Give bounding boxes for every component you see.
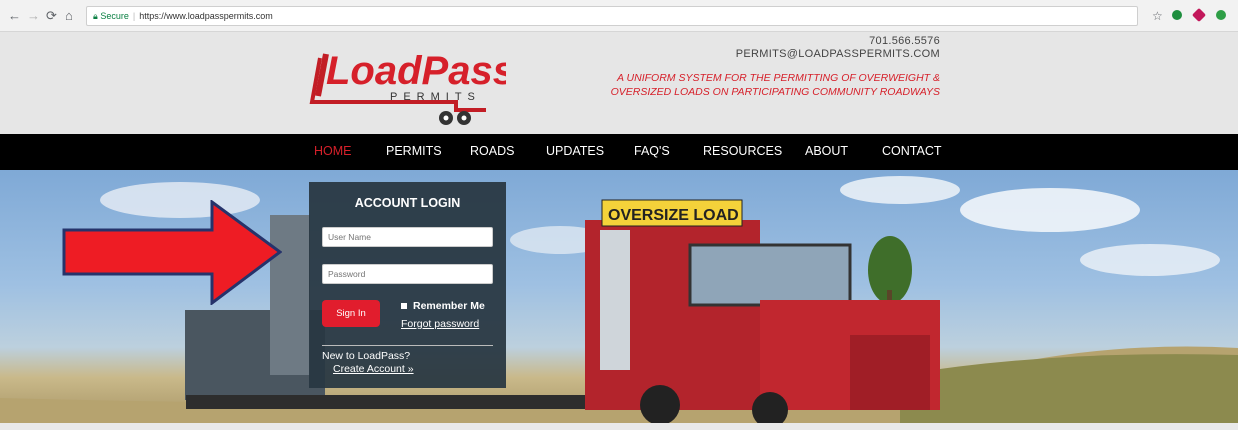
sign-in-button[interactable]: Sign In [322,300,380,327]
login-title: ACCOUNT LOGIN [354,196,461,210]
create-account-link[interactable]: Create Account » [333,363,414,375]
nav-home[interactable]: HOME [314,144,352,158]
extension-icon[interactable] [1191,7,1207,23]
address-bar[interactable]: 🔒︎ Secure | https://www.loadpasspermits.co… [86,6,1138,26]
loadpass-logo[interactable]: LoadPass PERMITS [306,40,506,126]
divider [322,345,493,346]
browser-toolbar: ← → ⟳ ⌂ 🔒︎ Secure | https://www.loadpasspe… [0,0,1238,32]
forgot-password-link[interactable]: Forgot password [401,318,479,330]
logo-text: LoadPass [326,49,506,93]
remember-me-label[interactable]: Remember Me [413,300,485,312]
secure-label: Secure [100,11,129,21]
logo-subtext: PERMITS [390,91,481,103]
extension-icon[interactable] [1216,10,1226,20]
url-text: https://www.loadpasspermits.com [139,11,273,21]
login-panel: ACCOUNT LOGIN Sign In Remember Me Forgot… [309,182,506,388]
tagline-line: A UNIFORM SYSTEM FOR THE PERMITTING OF O… [617,72,940,84]
star-icon[interactable]: ☆ [1152,8,1163,24]
nav-about[interactable]: ABOUT [805,144,848,158]
username-input[interactable] [322,227,493,247]
new-account-prompt: New to LoadPass? [322,350,411,362]
page-bottom-strip [0,423,1238,430]
nav-contact[interactable]: CONTACT [882,144,942,158]
red-arrow-annotation [62,200,282,305]
password-input[interactable] [322,264,493,284]
nav-roads[interactable]: ROADS [470,144,514,158]
oversize-load-sign: OVERSIZE LOAD [608,207,739,224]
main-nav: HOME PERMITS ROADS UPDATES FAQ'S RESOURC… [0,134,1238,170]
reload-icon[interactable]: ⟳ [46,8,57,24]
home-icon[interactable]: ⌂ [65,8,73,24]
nav-updates[interactable]: UPDATES [546,144,604,158]
site-header: LoadPass PERMITS 701.566.5576 PERMITS@LO… [0,32,1238,134]
tagline-line: OVERSIZED LOADS ON PARTICIPATING COMMUNI… [610,86,940,98]
extension-icon[interactable] [1172,10,1182,20]
nav-faqs[interactable]: FAQ'S [634,144,670,158]
address-separator: | [132,11,136,21]
nav-permits[interactable]: PERMITS [386,144,442,158]
nav-resources[interactable]: RESOURCES [703,144,782,158]
tagline: A UNIFORM SYSTEM FOR THE PERMITTING OF O… [580,71,940,99]
forward-arrow-icon[interactable]: → [27,8,40,24]
phone-number[interactable]: 701.566.5576 [869,35,940,47]
back-arrow-icon[interactable]: ← [8,8,21,24]
remember-me-checkbox[interactable] [401,303,407,309]
lock-icon: 🔒︎ [93,11,98,21]
email-address[interactable]: PERMITS@LOADPASSPERMITS.COM [736,48,940,60]
